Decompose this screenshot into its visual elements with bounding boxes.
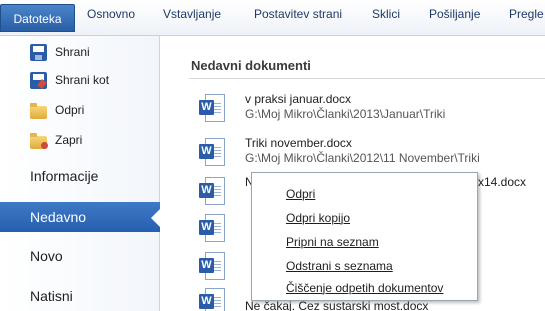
menu-item-remove[interactable]: Odstrani s seznama	[286, 259, 393, 273]
nav-save-as-label: Shrani kot	[55, 73, 110, 87]
nav-info[interactable]: Informacije	[0, 161, 160, 191]
nav-close-label: Zapri	[55, 133, 83, 147]
document-path: G:\Moj Mikro\Članki\2013\Januar\Triki	[245, 107, 446, 121]
tab-insert[interactable]: Vstavljanje	[163, 7, 221, 21]
menu-item-open-copy[interactable]: Odpri kopijo	[286, 211, 350, 225]
recent-document[interactable]: W v praksi januar.docx G:\Moj Mikro\Član…	[199, 92, 545, 130]
word-document-icon: W	[199, 177, 225, 207]
context-menu: Odpri Odpri kopijo Pripni na seznam Odst…	[251, 172, 478, 301]
tab-references[interactable]: Sklici	[372, 7, 400, 21]
word-document-icon: W	[199, 252, 225, 282]
nav-recent[interactable]: Nedavno	[0, 202, 161, 232]
save-as-icon	[30, 71, 47, 89]
word-document-icon: W	[199, 288, 225, 311]
save-icon	[30, 43, 47, 61]
backstage-nav: Shrani Shrani kot Odpri Zapri Informacij…	[0, 36, 161, 311]
document-name: Triki november.docx	[245, 136, 352, 150]
tab-mailings[interactable]: Pošiljanje	[429, 7, 480, 21]
nav-save-label: Shrani	[55, 45, 90, 59]
nav-print-label: Natisni	[30, 288, 73, 304]
word-document-icon: W	[199, 214, 225, 244]
divider	[189, 78, 545, 79]
tab-file[interactable]: Datoteka	[0, 4, 75, 32]
menu-item-clear-unpinned[interactable]: Čiščenje odpetih dokumentov	[286, 281, 443, 295]
recent-document[interactable]: W Triki november.docx G:\Moj Mikro\Člank…	[199, 136, 545, 174]
active-pointer-icon	[151, 208, 161, 228]
ribbon-tab-bar: Datoteka Osnovno Vstavljanje Postavitev …	[0, 0, 545, 36]
nav-new-label: Novo	[30, 248, 63, 264]
open-folder-icon	[30, 102, 47, 119]
menu-item-pin[interactable]: Pripni na seznam	[286, 235, 379, 249]
close-folder-icon	[30, 132, 48, 149]
nav-print[interactable]: Natisni	[0, 281, 160, 311]
nav-new[interactable]: Novo	[0, 241, 160, 271]
nav-open[interactable]: Odpri	[0, 98, 160, 122]
tab-page-layout[interactable]: Postavitev strani	[254, 7, 342, 21]
word-document-icon: W	[199, 94, 225, 124]
document-path: G:\Moj Mikro\Članki\2012\11 November\Tri…	[245, 151, 480, 165]
word-document-icon: W	[199, 138, 225, 168]
menu-item-open[interactable]: Odpri	[286, 187, 315, 201]
nav-recent-label: Nedavno	[30, 209, 87, 225]
nav-info-label: Informacije	[30, 168, 99, 184]
tab-review[interactable]: Pregle	[509, 7, 544, 21]
nav-save[interactable]: Shrani	[0, 40, 160, 64]
tab-home[interactable]: Osnovno	[87, 7, 135, 21]
nav-open-label: Odpri	[55, 103, 85, 117]
nav-close[interactable]: Zapri	[0, 128, 160, 152]
document-name-tail: x14.docx	[478, 175, 527, 189]
document-name: v praksi januar.docx	[245, 92, 352, 106]
nav-save-as[interactable]: Shrani kot	[0, 68, 160, 92]
section-title: Nedavni dokumenti	[191, 58, 311, 73]
